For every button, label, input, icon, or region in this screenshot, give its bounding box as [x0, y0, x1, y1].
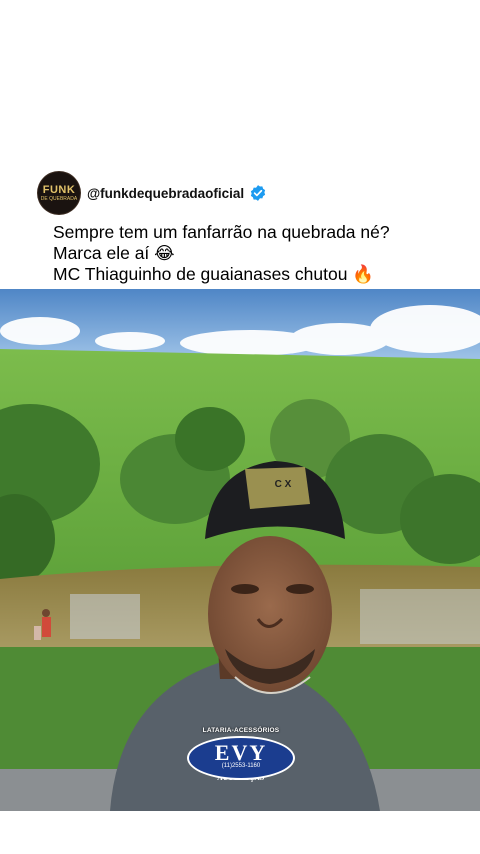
pond-reflection-2 [360, 589, 480, 644]
account-handle[interactable]: @funkdequebradaoficial [87, 186, 244, 201]
verified-badge-icon [251, 185, 266, 201]
pond-reflection [70, 594, 140, 639]
profile-avatar[interactable]: FUNK DE QUEBRADA [38, 172, 80, 214]
caption-line-2: Marca ele aí 😂 [53, 243, 175, 263]
avatar-logo-subtext: DE QUEBRADA [40, 195, 78, 202]
caption-line-3: MC Thiaguinho de guaianases chutou 🔥 [53, 264, 375, 284]
watermark-phone: (11)2553-1160 [221, 763, 261, 769]
post-caption: Sempre tem um fanfarrão na quebrada né? … [53, 222, 473, 285]
caption-line-1: Sempre tem um fanfarrão na quebrada né? [53, 222, 390, 242]
video-frame[interactable]: C X LATARIA-ACESSÓRIOS EVY (11)2553-1160… [0, 289, 480, 811]
avatar-logo-text: FUNK [42, 183, 76, 196]
evy-watermark: LATARIA-ACESSÓRIOS EVY (11)2553-1160 AUT… [186, 727, 296, 785]
post-header: FUNK DE QUEBRADA @funkdequebradaoficial [38, 172, 267, 214]
bottom-bar [0, 811, 480, 854]
watermark-top: LATARIA-ACESSÓRIOS [202, 727, 280, 734]
cap-logo: C X [274, 479, 292, 490]
watermark-oval: EVY (11)2553-1160 [187, 736, 295, 780]
